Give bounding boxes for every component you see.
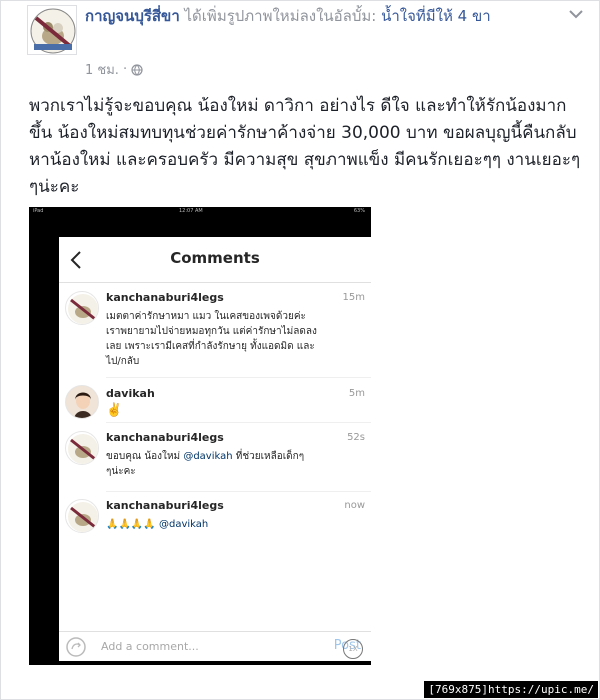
comment-divider [106, 422, 371, 423]
comment-username[interactable]: davikah [106, 387, 155, 400]
comment-text: 🙏🙏🙏🙏 @davikah [106, 517, 321, 532]
comment-time: 5m [348, 388, 365, 399]
comment-item: kanchanaburi4legs 52s ขอบคุณ น้องใหม่ @d… [59, 429, 371, 493]
comment-item: kanchanaburi4legs 15m เมตตาค่ารักษาหมา แ… [59, 289, 371, 379]
watermark-text: [769x875]https://upic.me/ [424, 681, 598, 698]
comment-username[interactable]: kanchanaburi4legs [106, 431, 224, 444]
prayer-emoji: 🙏🙏🙏🙏 [106, 519, 156, 530]
mention-link[interactable]: @davikah [159, 519, 208, 530]
status-battery: 63% [353, 208, 365, 214]
commenter-avatar[interactable] [65, 499, 99, 533]
post-meta: 1 ชม. · [85, 59, 143, 80]
post-header: กาญจนบุรีสี่ขา ได้เพิ่มรูปภาพใหม่ลงในอัล… [27, 3, 587, 83]
facebook-post: กาญจนบุรีสี่ขา ได้เพิ่มรูปภาพใหม่ลงในอัล… [0, 0, 600, 700]
page-name-link[interactable]: กาญจนบุรีสี่ขา [85, 7, 180, 25]
comment-username[interactable]: kanchanaburi4legs [106, 499, 224, 512]
post-header-text: กาญจนบุรีสี่ขา ได้เพิ่มรูปภาพใหม่ลงในอัล… [85, 5, 555, 27]
commenter-avatar[interactable] [65, 291, 99, 325]
comment-time: 15m [342, 292, 365, 303]
comment-item: davikah 5m ✌️ [59, 379, 371, 423]
globe-icon [131, 63, 143, 76]
comment-time: 52s [347, 432, 365, 443]
comment-text: ขอบคุณ น้องใหม่ @davikah ที่ช่วยเหลือเด็… [106, 449, 321, 479]
add-comment-input[interactable]: Add a comment... [101, 640, 199, 653]
post-timestamp[interactable]: 1 ชม. [85, 59, 119, 80]
reply-icon[interactable] [65, 636, 87, 658]
add-comment-bar: Add a comment... Post [59, 631, 371, 661]
post-body-text: พวกเราไม่รู้จะขอบคุณ น้องใหม่ ดาวิกา อย่… [29, 96, 581, 197]
post-action-text: ได้เพิ่มรูปภาพใหม่ลงในอัลบั้ม: [179, 7, 382, 25]
meta-separator: · [122, 62, 128, 77]
comment-divider [106, 491, 371, 492]
zoom-1x-button[interactable]: 1X [343, 639, 363, 659]
status-time: 12:07 AM [179, 208, 203, 214]
instagram-comments-screen: Comments kanchanaburi4legs 15m เมตตาค่าร… [59, 237, 371, 661]
comments-nav-bar: Comments [59, 237, 371, 283]
commenter-avatar[interactable] [65, 385, 99, 419]
album-link[interactable]: น้ำใจที่มีให้ 4 ขา [381, 7, 491, 25]
comment-time: now [344, 500, 365, 511]
comment-divider [106, 377, 371, 378]
page-avatar[interactable] [27, 5, 77, 55]
chevron-down-icon[interactable] [567, 7, 585, 21]
mention-link[interactable]: @davikah [183, 451, 232, 462]
post-photo[interactable]: iPad 12:07 AM 63% Comments kanchanaburi4… [29, 207, 371, 665]
comments-title: Comments [170, 249, 260, 267]
ipad-status-bar: iPad 12:07 AM 63% [29, 207, 371, 215]
status-device: iPad [33, 208, 44, 214]
comment-item: kanchanaburi4legs now 🙏🙏🙏🙏 @davikah [59, 497, 371, 557]
commenter-avatar[interactable] [65, 431, 99, 465]
comment-text: เมตตาค่ารักษาหมา แมว ในเคสของเพจด้วยค่ะ … [106, 311, 317, 367]
comment-username[interactable]: kanchanaburi4legs [106, 291, 224, 304]
comment-text-part: ขอบคุณ น้องใหม่ [106, 451, 184, 462]
comment-text: ✌️ [106, 403, 123, 418]
